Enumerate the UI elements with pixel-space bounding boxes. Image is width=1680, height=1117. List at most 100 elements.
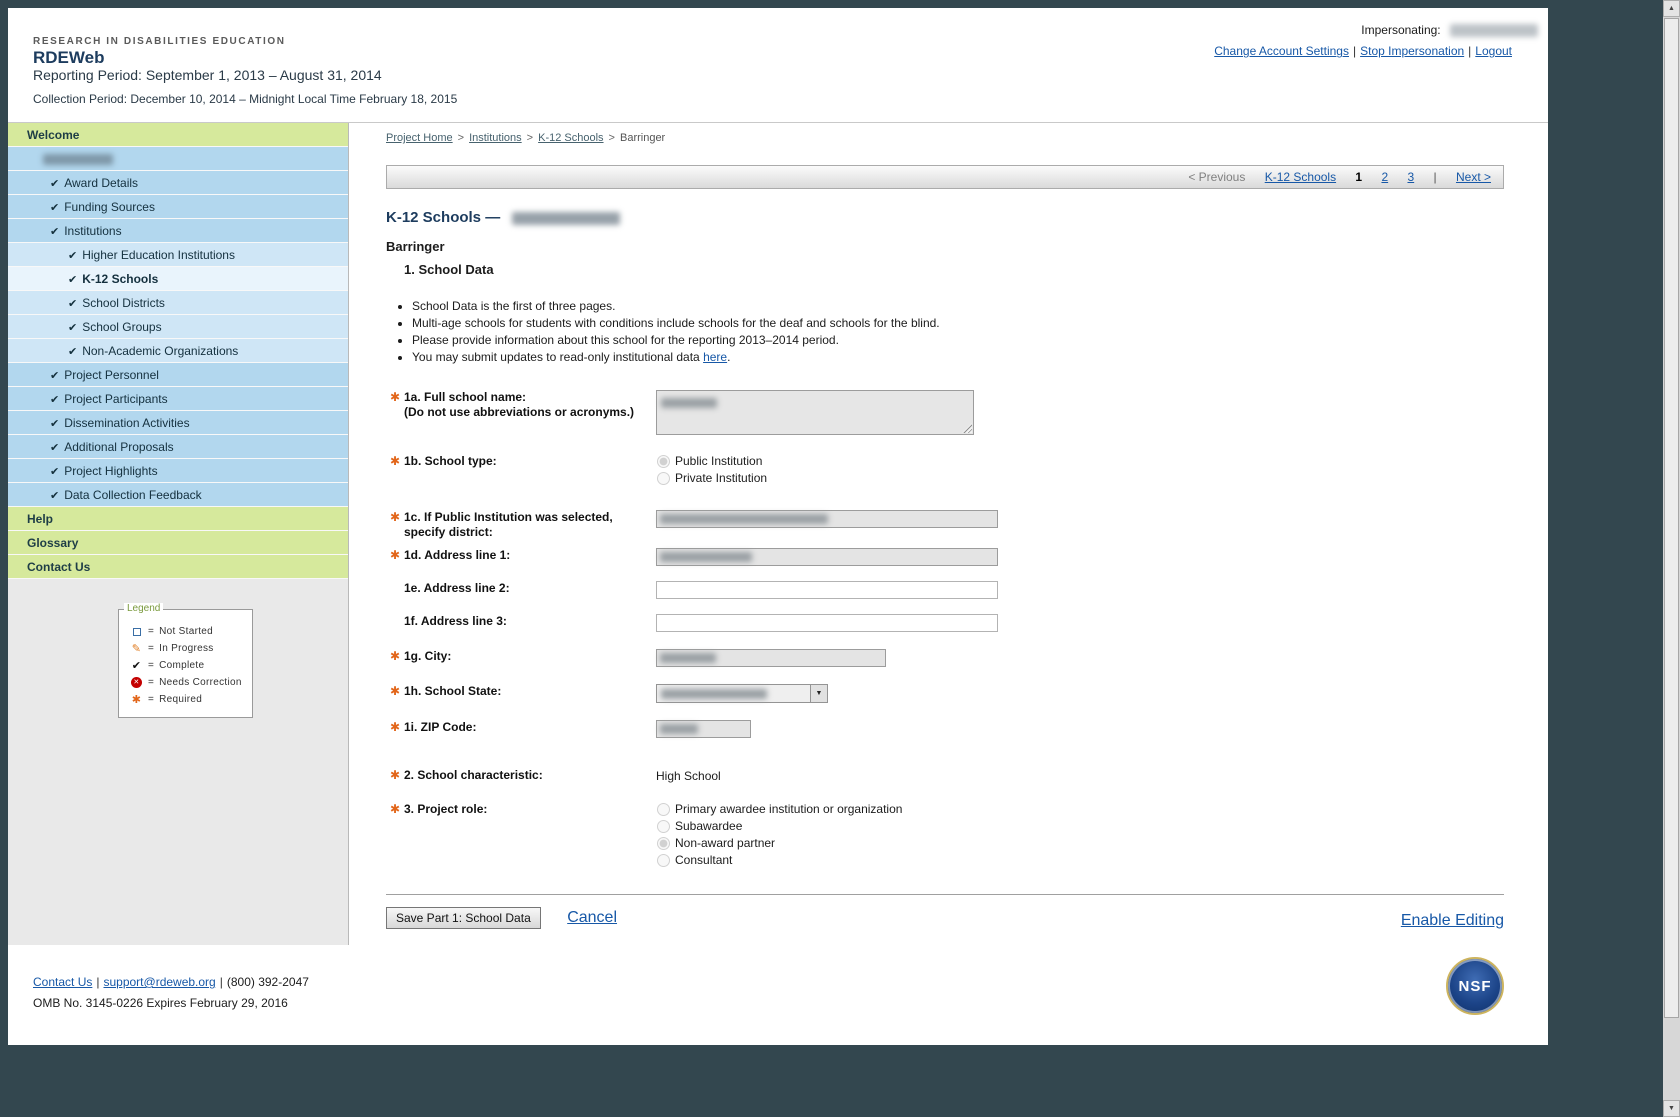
check-icon: ✔ [50, 466, 59, 478]
sidebar-item-contact-us[interactable]: Contact Us [8, 555, 348, 579]
form-row-1c: ✱ 1c. If Public Institution was selected… [390, 510, 1504, 540]
footer-phone: (800) 392-2047 [227, 975, 309, 989]
scroll-up-icon[interactable]: ▲ [1663, 0, 1680, 17]
footer-contact-us-link[interactable]: Contact Us [33, 975, 92, 989]
zip-code-input[interactable] [656, 720, 751, 738]
not-started-icon [133, 628, 141, 636]
check-icon: ✔ [50, 418, 59, 430]
nsf-logo: NSF [1446, 957, 1504, 1015]
legend-item-in-progress: ✎ = In Progress [130, 640, 244, 657]
app-title: RDEWeb [33, 48, 104, 68]
state-select[interactable]: ▼ [656, 684, 828, 703]
instructions-list: School Data is the first of three pages.… [398, 299, 1504, 364]
logout-link[interactable]: Logout [1475, 44, 1512, 58]
check-icon: ✔ [68, 322, 77, 334]
project-role-primary-awardee-radio[interactable] [657, 803, 670, 816]
enable-editing-link[interactable]: Enable Editing [1401, 912, 1504, 930]
sidebar-item-non-academic-organizations[interactable]: ✔Non-Academic Organizations [8, 339, 348, 363]
form-divider [386, 894, 1504, 895]
address-line1-input[interactable] [656, 548, 998, 566]
sidebar-item-data-collection-feedback[interactable]: ✔Data Collection Feedback [8, 483, 348, 507]
school-name: Barringer [386, 239, 1504, 254]
form-row-1e: 1e. Address line 2: [390, 581, 1504, 599]
stop-impersonation-link[interactable]: Stop Impersonation [1360, 44, 1464, 58]
project-role-subawardee-radio[interactable] [657, 820, 670, 833]
pager-page-2-link[interactable]: 2 [1381, 170, 1388, 184]
footer-support-email-link[interactable]: support@rdeweb.org [103, 975, 215, 989]
instruction-item: You may submit updates to read-only inst… [412, 350, 1504, 364]
legend-item-not-started: = Not Started [130, 623, 244, 640]
sidebar-item-award-details[interactable]: ✔Award Details [8, 171, 348, 195]
sidebar-item-school-districts[interactable]: ✔School Districts [8, 291, 348, 315]
required-icon: ✱ [390, 684, 404, 703]
sidebar-item-k12-schools[interactable]: ✔K-12 Schools [8, 267, 348, 291]
check-icon: ✔ [50, 202, 59, 214]
sidebar-item-welcome[interactable]: Welcome [8, 123, 348, 147]
chevron-down-icon[interactable]: ▼ [810, 685, 827, 702]
address-line3-input[interactable] [656, 614, 998, 632]
sidebar-item-institutions[interactable]: ✔Institutions [8, 219, 348, 243]
save-button[interactable]: Save Part 1: School Data [386, 907, 541, 929]
required-icon: ✱ [390, 390, 404, 435]
zip-value-redacted [660, 724, 698, 734]
sidebar-item-dissemination-activities[interactable]: ✔Dissemination Activities [8, 411, 348, 435]
school-type-public-radio[interactable] [657, 455, 670, 468]
project-role-non-award-partner-radio[interactable] [657, 837, 670, 850]
scrollbar-thumb[interactable] [1664, 18, 1679, 1018]
sidebar-item-school-groups[interactable]: ✔School Groups [8, 315, 348, 339]
resize-grip-icon[interactable] [962, 423, 972, 433]
check-icon: ✔ [68, 250, 77, 262]
sidebar-item-project-personnel[interactable]: ✔Project Personnel [8, 363, 348, 387]
form-row-1b: ✱ 1b. School type: Public Institution Pr… [390, 454, 1504, 488]
address-line2-input[interactable] [656, 581, 998, 599]
school-type-private-radio[interactable] [657, 472, 670, 485]
required-icon: ✱ [390, 548, 404, 566]
main-content: Project Home>Institutions>K-12 Schools>B… [349, 123, 1548, 945]
field-label-1b: 1b. School type: [404, 454, 497, 488]
sidebar-item-award-number[interactable] [8, 147, 348, 171]
complete-icon: ✔ [132, 659, 142, 672]
legend-item-complete: ✔ = Complete [130, 657, 244, 674]
scrollbar[interactable]: ▲ ▼ [1663, 0, 1680, 1117]
sidebar-item-funding-sources[interactable]: ✔Funding Sources [8, 195, 348, 219]
legend: Legend = Not Started ✎ = In Progress ✔ =… [118, 609, 253, 718]
required-icon: ✱ [390, 510, 404, 540]
form-row-2: ✱ 2. School characteristic: High School [390, 768, 1504, 783]
instruction-item: Multi-age schools for students with cond… [412, 316, 1504, 330]
footer: Contact Us|support@rdeweb.org|(800) 392-… [8, 945, 1548, 1045]
city-input[interactable] [656, 649, 886, 667]
cancel-link[interactable]: Cancel [567, 909, 617, 926]
award-title-redacted [512, 212, 620, 225]
impersonating-label: Impersonating: [1361, 23, 1440, 37]
breadcrumb-institutions[interactable]: Institutions [469, 132, 522, 144]
district-input[interactable] [656, 510, 998, 528]
check-icon: ✔ [68, 298, 77, 310]
award-number-redacted [43, 154, 113, 165]
sidebar-item-project-highlights[interactable]: ✔Project Highlights [8, 459, 348, 483]
field-label-3: 3. Project role: [404, 802, 487, 870]
previous-link[interactable]: < Previous [1188, 170, 1245, 184]
sidebar-item-additional-proposals[interactable]: ✔Additional Proposals [8, 435, 348, 459]
sidebar-item-higher-education-institutions[interactable]: ✔Higher Education Institutions [8, 243, 348, 267]
breadcrumb-project-home[interactable]: Project Home [386, 132, 453, 144]
sidebar-item-glossary[interactable]: Glossary [8, 531, 348, 555]
next-link[interactable]: Next > [1456, 170, 1491, 184]
field-label-1e: 1e. Address line 2: [404, 581, 510, 599]
check-icon: ✔ [68, 274, 77, 286]
scroll-down-icon[interactable]: ▼ [1663, 1100, 1680, 1117]
pager-page-3-link[interactable]: 3 [1407, 170, 1414, 184]
sidebar-item-help[interactable]: Help [8, 507, 348, 531]
project-role-consultant-radio[interactable] [657, 854, 670, 867]
change-account-settings-link[interactable]: Change Account Settings [1214, 44, 1349, 58]
page: RESEARCH IN DISABILITIES EDUCATION RDEWe… [8, 8, 1548, 1045]
check-icon: ✔ [50, 226, 59, 238]
impersonating-value-redacted [1450, 24, 1538, 37]
legend-item-needs-correction: ✕ = Needs Correction [130, 674, 244, 691]
pager-group-link[interactable]: K-12 Schools [1265, 170, 1336, 184]
school-name-value-redacted [661, 398, 717, 408]
full-school-name-textarea[interactable] [656, 390, 974, 435]
sidebar-item-project-participants[interactable]: ✔Project Participants [8, 387, 348, 411]
section-title: 1. School Data [404, 262, 1504, 277]
breadcrumb-k12-schools[interactable]: K-12 Schools [538, 132, 603, 144]
here-link[interactable]: here [703, 350, 727, 364]
